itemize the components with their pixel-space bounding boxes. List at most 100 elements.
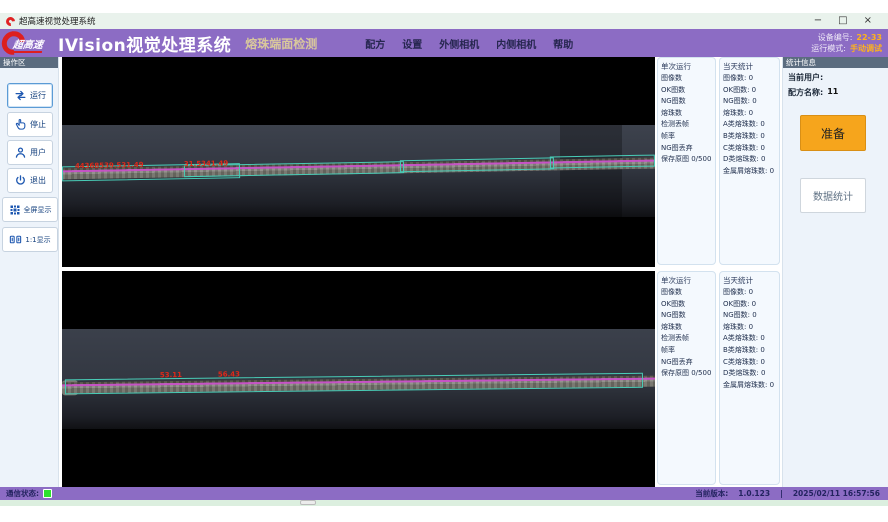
brand-logo-text: 超高速: [12, 36, 44, 53]
fullscreen-display-button[interactable]: 全屏显示: [2, 197, 58, 222]
measurement-annotation: 44368539.531.49: [75, 161, 144, 170]
stat-row: 熔珠数: 0: [723, 322, 776, 334]
stat-row: NG图数: [661, 310, 712, 322]
stat-row: 检测丢帧: [661, 333, 712, 345]
app-window: 超高速视觉处理系统 − □ × 超高速 IVision视觉处理系统 熔珠端面检测…: [0, 0, 888, 522]
user-button[interactable]: 用户: [7, 140, 53, 165]
stat-row: OK图数: [661, 85, 712, 97]
camera-view-outer[interactable]: 44368539.531.49 31.5341.49: [62, 57, 655, 267]
comm-status-indicator-icon: [43, 489, 52, 498]
current-user-label: 当前用户:: [788, 72, 823, 83]
device-number-label: 设备编号:: [818, 32, 853, 43]
measurement-annotation: 53.11: [160, 371, 182, 379]
comm-status-label: 通信状态:: [6, 488, 39, 499]
brand-logo: 超高速: [0, 29, 58, 57]
panel-title: 当天统计: [723, 274, 776, 287]
exit-button-label: 退出: [30, 175, 46, 186]
fullscreen-display-label: 全屏显示: [24, 205, 52, 215]
exit-button[interactable]: 退出: [7, 168, 53, 193]
power-icon: [14, 174, 27, 187]
run-button-label: 运行: [30, 90, 46, 101]
info-panel-header: 统计信息: [783, 57, 888, 68]
single-run-stats-panel-1: 单次运行 图像数 OK图数 NG图数 熔珠数 检测丢帧 帧率 NG图丢弃 保存原…: [657, 57, 716, 265]
stat-row: B类熔珠数: 0: [723, 131, 776, 143]
recipe-name-label: 配方名称:: [788, 87, 823, 98]
camera-view-inner[interactable]: 53.11 56.43: [62, 271, 655, 487]
daily-stats-panel-1: 当天统计 图像数: 0 OK图数: 0 NG图数: 0 熔珠数: 0 A类熔珠数…: [719, 57, 780, 265]
cycle-arrows-icon: [14, 89, 27, 102]
menu-item-help[interactable]: 帮助: [553, 36, 573, 51]
app-header: 超高速 IVision视觉处理系统 熔珠端面检测 配方 设置 外侧相机 内侧相机…: [0, 29, 888, 57]
stat-row: 图像数: [661, 73, 712, 85]
stat-row: OK图数: 0: [723, 299, 776, 311]
stat-row: NG图丢弃: [661, 357, 712, 369]
operation-sidebar: 操作区 运行 停止: [0, 57, 59, 487]
hand-icon: [14, 118, 27, 131]
panel-title: 当天统计: [723, 60, 776, 73]
measurement-annotation: 56.43: [218, 370, 240, 378]
page-subtitle: 熔珠端面检测: [245, 35, 317, 52]
stat-row: 熔珠数: [661, 108, 712, 120]
close-button[interactable]: ×: [864, 13, 872, 29]
stat-row: 图像数: 0: [723, 287, 776, 299]
stat-row: OK图数: 0: [723, 85, 776, 97]
stat-row: 图像数: 0: [723, 73, 776, 85]
stat-row: D类熔珠数: 0: [723, 154, 776, 166]
prepare-button[interactable]: 准备: [800, 115, 866, 151]
detection-box: [65, 373, 643, 395]
run-mode-value: 手动调试: [850, 43, 882, 54]
taskbar-handle: [300, 500, 316, 505]
menu-item-inner-camera[interactable]: 内侧相机: [496, 36, 536, 51]
stat-row: 检测丢帧: [661, 119, 712, 131]
stop-button[interactable]: 停止: [7, 112, 53, 137]
run-mode-label: 运行模式:: [811, 43, 846, 54]
fullscreen-grid-icon: [9, 204, 21, 216]
status-separator: |: [780, 489, 783, 498]
version-label: 当前版本:: [695, 488, 728, 499]
one-to-one-display-label: 1:1显示: [25, 235, 50, 245]
stat-row: C类熔珠数: 0: [723, 357, 776, 369]
stat-row: B类熔珠数: 0: [723, 345, 776, 357]
stat-row: 熔珠数: 0: [723, 108, 776, 120]
maximize-button[interactable]: □: [838, 13, 847, 29]
stat-row: 图像数: [661, 287, 712, 299]
minimize-button[interactable]: −: [814, 13, 822, 29]
datetime-value: 2025/02/11 16:57:56: [793, 489, 880, 498]
one-to-one-display-button[interactable]: 1:1显示: [2, 227, 58, 252]
stat-row: NG图数: 0: [723, 310, 776, 322]
stat-row: NG图丢弃: [661, 143, 712, 155]
version-value: 1.0.123: [738, 489, 770, 498]
sidebar-header: 操作区: [0, 57, 58, 68]
stat-row: 帧率: [661, 131, 712, 143]
single-run-stats-panel-2: 单次运行 图像数 OK图数 NG图数 熔珠数 检测丢帧 帧率 NG图丢弃 保存原…: [657, 271, 716, 485]
stat-row: 金属屑熔珠数: 0: [723, 380, 776, 392]
stat-row: OK图数: [661, 299, 712, 311]
user-icon: [14, 146, 27, 159]
page-title: IVision视觉处理系统: [58, 31, 231, 56]
run-button[interactable]: 运行: [7, 83, 53, 108]
stop-button-label: 停止: [30, 119, 46, 130]
daily-stats-panel-2: 当天统计 图像数: 0 OK图数: 0 NG图数: 0 熔珠数: 0 A类熔珠数…: [719, 271, 780, 485]
status-bar: 通信状态: 当前版本: 1.0.123 | 2025/02/11 16:57:5…: [0, 487, 888, 500]
device-info: 设备编号: 22-33 运行模式: 手动调试: [811, 32, 882, 54]
stat-row: NG图数: 0: [723, 96, 776, 108]
menu-item-outer-camera[interactable]: 外侧相机: [439, 36, 479, 51]
stat-row: C类熔珠数: 0: [723, 143, 776, 155]
stat-row: 帧率: [661, 345, 712, 357]
menu-item-settings[interactable]: 设置: [402, 36, 422, 51]
stat-row: D类熔珠数: 0: [723, 368, 776, 380]
detection-box: [550, 155, 655, 169]
menu-item-recipe[interactable]: 配方: [365, 36, 385, 51]
stat-row: 保存原图 0/500: [661, 368, 712, 380]
statistics-info-panel: 统计信息 当前用户: 配方名称: 11 准备 数据统计: [782, 57, 888, 487]
data-statistics-button[interactable]: 数据统计: [800, 178, 866, 213]
stat-row: 金属屑熔珠数: 0: [723, 166, 776, 178]
panel-title: 单次运行: [661, 60, 712, 73]
window-controls: − □ ×: [814, 13, 882, 29]
stat-row: 保存原图 0/500: [661, 154, 712, 166]
stat-row: A类熔珠数: 0: [723, 333, 776, 345]
stat-row: NG图数: [661, 96, 712, 108]
window-title: 超高速视觉处理系统: [19, 15, 96, 27]
device-number-value: 22-33: [856, 32, 882, 43]
user-button-label: 用户: [30, 147, 46, 158]
